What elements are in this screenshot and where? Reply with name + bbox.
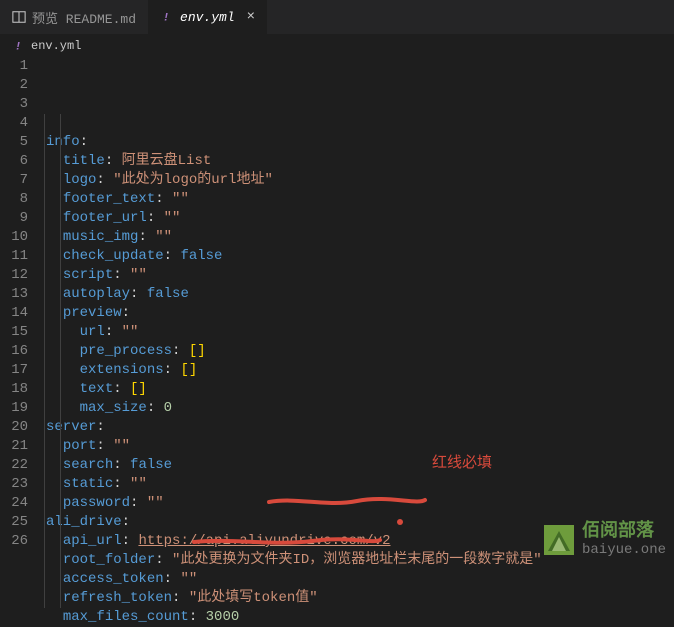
code-line[interactable]: logo: "此处为logo的url地址" [46,171,674,190]
code-line[interactable]: footer_text: "" [46,190,674,209]
breadcrumb-file: env.yml [31,39,81,53]
line-number: 4 [10,114,28,133]
code-line[interactable]: music_img: "" [46,228,674,247]
line-number: 22 [10,456,28,475]
tab-label: env.yml [180,10,235,25]
line-number: 11 [10,247,28,266]
svg-text:!: ! [163,13,170,25]
line-number: 1 [10,57,28,76]
code-line[interactable]: server: [46,418,674,437]
code-editor[interactable]: 1234567891011121314151617181920212223242… [0,57,674,627]
line-number: 10 [10,228,28,247]
line-number: 9 [10,209,28,228]
code-line[interactable]: preview: [46,304,674,323]
tab-label: 预览 README.md [32,8,136,27]
line-number: 21 [10,437,28,456]
line-number: 20 [10,418,28,437]
line-number: 18 [10,380,28,399]
line-number: 3 [10,95,28,114]
line-number: 13 [10,285,28,304]
code-line[interactable]: title: 阿里云盘List [46,152,674,171]
line-number: 17 [10,361,28,380]
code-line[interactable]: check_update: false [46,247,674,266]
close-icon[interactable]: × [247,9,255,25]
code-line[interactable]: script: "" [46,266,674,285]
code-line[interactable]: extensions: [] [46,361,674,380]
line-number: 8 [10,190,28,209]
line-number: 2 [10,76,28,95]
code-line[interactable]: access_token: "" [46,570,674,589]
code-line[interactable]: info: [46,133,674,152]
code-line[interactable]: text: [] [46,380,674,399]
code-line[interactable]: pre_process: [] [46,342,674,361]
line-number: 25 [10,513,28,532]
code-line[interactable]: api_url: https://api.aliyundrive.com/v2 [46,532,674,551]
tab-env-yml[interactable]: ! env.yml × [148,0,267,34]
code-line[interactable]: footer_url: "" [46,209,674,228]
code-line[interactable]: autoplay: false [46,285,674,304]
yaml-file-icon: ! [160,10,174,24]
line-number: 6 [10,152,28,171]
preview-icon [12,10,26,24]
code-line[interactable]: max_files_count: 3000 [46,608,674,627]
line-number: 12 [10,266,28,285]
code-line[interactable]: url: "" [46,323,674,342]
line-number: 26 [10,532,28,551]
code-line[interactable]: static: "" [46,475,674,494]
line-number: 7 [10,171,28,190]
tab-preview-readme[interactable]: 预览 README.md [0,0,148,34]
code-line[interactable]: search: false [46,456,674,475]
code-line[interactable]: max_size: 0 [46,399,674,418]
breadcrumb[interactable]: ! env.yml [0,35,674,57]
line-number: 15 [10,323,28,342]
line-number: 19 [10,399,28,418]
line-number: 24 [10,494,28,513]
code-line[interactable]: password: "" [46,494,674,513]
yaml-file-icon: ! [12,39,26,53]
line-number: 16 [10,342,28,361]
code-content[interactable]: info: title: 阿里云盘List logo: "此处为logo的url… [44,57,674,627]
code-line[interactable]: refresh_token: "此处填写token值" [46,589,674,608]
code-line[interactable]: ali_drive: [46,513,674,532]
line-number-gutter: 1234567891011121314151617181920212223242… [0,57,44,627]
svg-text:!: ! [15,42,22,54]
line-number: 5 [10,133,28,152]
line-number: 23 [10,475,28,494]
code-line[interactable]: port: "" [46,437,674,456]
line-number: 14 [10,304,28,323]
tab-bar: 预览 README.md ! env.yml × [0,0,674,35]
code-line[interactable]: root_folder: "此处更换为文件夹ID，浏览器地址栏末尾的一段数字就是… [46,551,674,570]
